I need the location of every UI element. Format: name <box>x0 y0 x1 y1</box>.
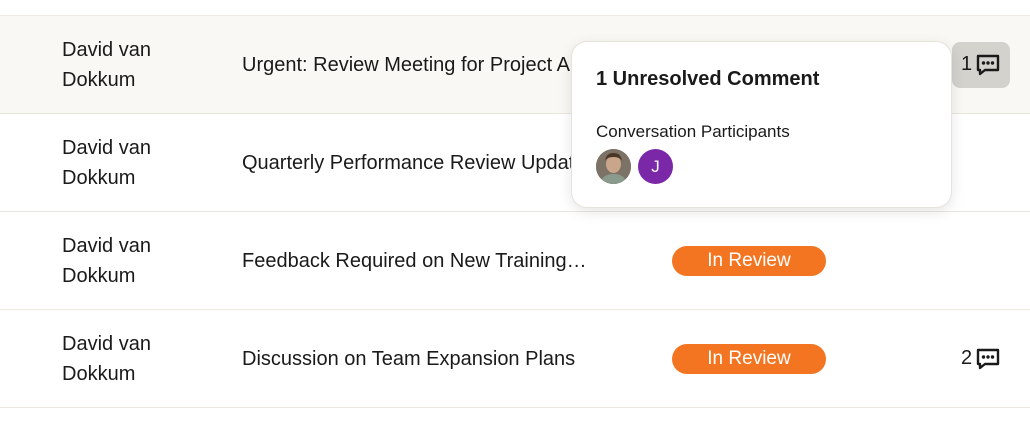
comments-count: 1 <box>960 53 973 75</box>
avatar-initial: J <box>651 156 660 176</box>
subject-text[interactable]: Discussion on Team Expansion Plans <box>242 345 612 373</box>
subject-text[interactable]: Quarterly Performance Review Updates <box>242 149 612 177</box>
status-badge: In Review <box>672 245 826 276</box>
popover-title: 1 Unresolved Comment <box>596 68 820 90</box>
table-row[interactable]: David van Dokkum Discussion on Team Expa… <box>0 310 1030 408</box>
table-top-row-edge <box>0 0 1030 16</box>
person-photo-icon <box>596 149 631 184</box>
participants-list: J <box>596 149 673 184</box>
comments-button[interactable]: 1 <box>952 41 1010 88</box>
subject-text[interactable]: Urgent: Review Meeting for Project Alpha <box>242 51 612 79</box>
status-badge: In Review <box>672 343 826 374</box>
participants-label: Conversation Participants <box>596 122 790 141</box>
comments-popover: 1 Unresolved Comment Conversation Partic… <box>571 41 952 208</box>
person-photo-avatar[interactable] <box>596 149 631 184</box>
comments-count: 2 <box>960 347 973 369</box>
author-name: David van Dokkum <box>62 136 151 189</box>
author-name: David van Dokkum <box>62 332 151 385</box>
messages-table: David van Dokkum Urgent: Review Meeting … <box>0 0 1030 427</box>
comments-button[interactable]: 2 <box>952 336 1010 382</box>
author-name: David van Dokkum <box>62 234 151 287</box>
author-name: David van Dokkum <box>62 38 151 91</box>
subject-text[interactable]: Feedback Required on New Training… <box>242 247 612 275</box>
table-row[interactable]: David van Dokkum Feedback Required on Ne… <box>0 212 1030 310</box>
comment-dots-icon <box>976 348 1000 369</box>
participant-initial-avatar[interactable]: J <box>638 149 673 184</box>
comment-dots-icon <box>976 54 1000 75</box>
